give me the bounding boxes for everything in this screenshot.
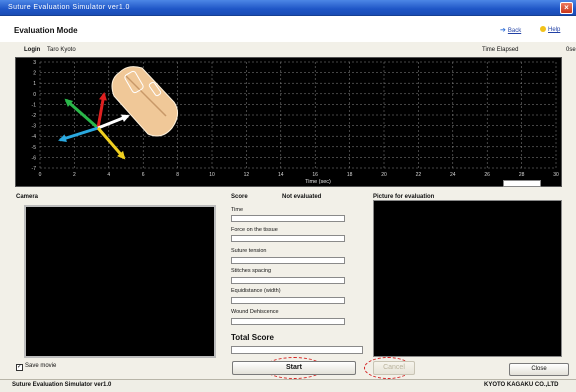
y-tick-label: -4: [32, 134, 37, 140]
score-status: Not evaluated: [282, 194, 322, 200]
x-tick-label: 30: [553, 172, 559, 178]
axis-arrow-head: [99, 92, 107, 101]
x-tick-label: 16: [312, 172, 318, 178]
back-label: Back: [507, 28, 522, 34]
evaluation-picture: [373, 200, 562, 357]
y-tick-label: 0: [33, 92, 36, 98]
y-tick-label: -6: [32, 155, 37, 161]
x-tick-label: 20: [381, 172, 387, 178]
y-tick-label: 1: [33, 81, 36, 87]
login-user: Taro Kyoto: [47, 47, 76, 53]
x-tick-label: 0: [39, 172, 42, 178]
elapsed-value: 0se: [566, 47, 576, 53]
x-tick-label: 26: [484, 172, 490, 178]
y-tick-label: 2: [33, 71, 36, 77]
score-item-label: Time: [231, 207, 244, 213]
help-link[interactable]: Help: [540, 26, 560, 33]
x-axis-label: Time (sec): [305, 179, 331, 185]
y-tick-label: -7: [32, 166, 37, 172]
x-tick-label: 18: [347, 172, 353, 178]
y-tick-label: -1: [32, 102, 37, 108]
graph-range-select[interactable]: [503, 180, 541, 187]
help-label: Help: [548, 27, 561, 33]
force-graph: 3 2 1 0 -1 -2 -3 -4 -5 -6 -7 0 2 4 6 8 10 12 14 16 18 20 22 24 2…: [15, 57, 562, 187]
total-score-label: Total Score: [231, 333, 274, 342]
score-item-label: Stitches spacing: [231, 268, 272, 274]
score-item-field: [231, 235, 345, 242]
x-tick-label: 24: [450, 172, 456, 178]
score-item-field: [231, 297, 345, 304]
total-score-field: [231, 346, 363, 354]
y-tick-label: -5: [32, 145, 37, 151]
header: [0, 16, 576, 42]
score-item-label: Wound Dehiscence: [231, 309, 279, 315]
status-app-name: Suture Evaluation Simulator ver1.0: [12, 382, 112, 388]
start-button[interactable]: Start: [232, 361, 356, 375]
help-bulb-icon: [540, 26, 546, 32]
camera-view: [24, 205, 216, 358]
score-item-field: [231, 257, 345, 264]
x-tick-label: 6: [142, 172, 145, 178]
back-arrow-icon: ➔: [500, 27, 506, 34]
score-item-field: [231, 277, 345, 284]
score-item-label: Suture tension: [231, 248, 267, 254]
camera-label: Camera: [16, 194, 39, 200]
checkbox-box: ✓: [16, 364, 23, 371]
status-company: KYOTO KAGAKU CO.,LTD: [484, 382, 559, 388]
x-tick-label: 2: [73, 172, 76, 178]
x-tick-label: 10: [209, 172, 215, 178]
save-movie-label: Save movie: [25, 363, 57, 369]
score-label: Score: [231, 194, 248, 200]
login-label: Login: [24, 47, 41, 53]
score-item-label: Force on the tissue: [231, 227, 278, 233]
score-item-label: Equidistance (width): [231, 288, 281, 294]
back-link[interactable]: ➔ Back: [500, 26, 521, 34]
y-tick-label: 3: [33, 60, 36, 66]
y-tick-label: -3: [32, 124, 37, 130]
elapsed-label: Time Elapsed: [482, 47, 519, 53]
x-tick-label: 12: [244, 172, 250, 178]
page-title: Evaluation Mode: [14, 26, 78, 35]
graph-canvas: 3210-1-2-3-4-5-6-70 2 4 6 8 10 12 14 16 18 20 22 24 2…: [32, 60, 559, 185]
cancel-button[interactable]: Cancel: [373, 361, 415, 375]
score-item-field: [231, 318, 345, 325]
close-button[interactable]: Close: [509, 363, 569, 376]
window-title-bar: Suture Evaluation Simulator ver1.0 ×: [0, 0, 576, 16]
x-tick-label: 14: [278, 172, 284, 178]
x-tick-label: 8: [176, 172, 179, 178]
window-close-button[interactable]: ×: [560, 2, 573, 14]
save-movie-checkbox[interactable]: ✓ Save movie: [16, 363, 56, 371]
axis-arrow-head: [58, 134, 67, 143]
x-tick-label: 22: [416, 172, 422, 178]
score-item-field: [231, 215, 345, 222]
window-title: Suture Evaluation Simulator ver1.0: [8, 4, 130, 11]
y-tick-label: -2: [32, 113, 37, 119]
x-tick-label: 28: [519, 172, 525, 178]
x-tick-label: 4: [107, 172, 110, 178]
